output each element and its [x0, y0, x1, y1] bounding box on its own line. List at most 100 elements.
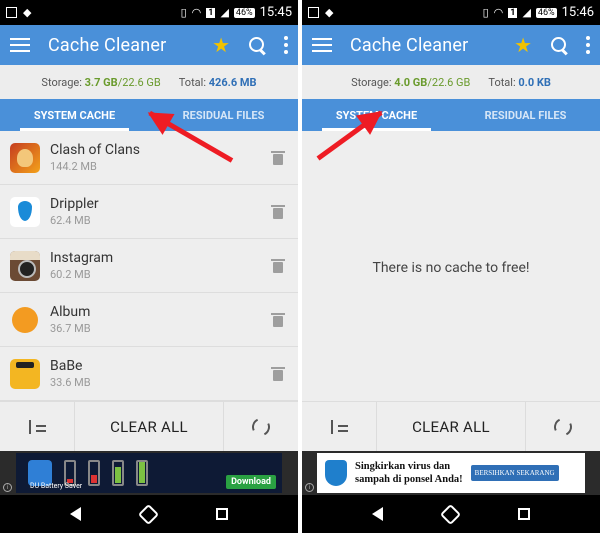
wifi-icon: ◠: [191, 6, 202, 19]
menu-icon[interactable]: [312, 38, 332, 52]
home-icon[interactable]: [137, 503, 160, 525]
cache-size: 60.2 MB: [50, 268, 91, 281]
trash-icon[interactable]: [271, 258, 285, 273]
list-item[interactable]: BaBe 33.6 MB: [0, 347, 298, 401]
cache-list: Clash of Clans 144.2 MB Drippler 62.4 MB…: [0, 131, 298, 401]
babe-icon: [10, 358, 40, 389]
ad-headline-line1: Singkirkan virus dan: [355, 460, 451, 472]
battery-level: 46%: [535, 7, 557, 18]
ad-banner[interactable]: DU Battery Saver Download i: [0, 451, 298, 495]
storage-summary: Storage: 3.7 GB/22.6 GB Total: 426.6 MB: [0, 65, 298, 99]
refresh-icon: [551, 414, 575, 439]
instagram-icon: [10, 250, 40, 281]
sim-indicator: 1: [508, 7, 518, 18]
total-info: Total: 0.0 KB: [488, 76, 551, 89]
list-item[interactable]: Album 36.7 MB: [0, 293, 298, 347]
ad-headline-line2: sampah di ponsel Anda!: [355, 474, 463, 485]
drippler-icon: [10, 196, 40, 227]
clock: 15:46: [561, 5, 594, 20]
search-icon[interactable]: [550, 36, 568, 54]
star-icon[interactable]: ★: [212, 35, 230, 55]
total-label: Total:: [178, 75, 206, 89]
storage-label: Storage:: [351, 75, 392, 89]
status-bar: ◆ ▯ ◠ 1 ◢ 46% 15:45: [0, 0, 298, 25]
signal-icon: ◢: [522, 6, 531, 19]
app-title: Cache Cleaner: [350, 34, 469, 56]
sort-button[interactable]: [302, 402, 377, 451]
cache-size: 36.7 MB: [50, 322, 91, 335]
notification-icon: [6, 7, 17, 18]
app-name: Clash of Clans: [50, 142, 140, 158]
storage-used: 3.7 GB: [84, 75, 118, 89]
trash-icon[interactable]: [271, 366, 285, 381]
total-value: 426.6 MB: [208, 75, 257, 89]
gallery-icon: [308, 7, 319, 18]
clear-all-button[interactable]: CLEAR ALL: [75, 402, 223, 451]
cache-size: 144.2 MB: [50, 160, 97, 173]
vibrate-icon: ▯: [180, 6, 187, 19]
ad-info-icon[interactable]: i: [305, 483, 314, 492]
list-item[interactable]: Drippler 62.4 MB: [0, 185, 298, 239]
refresh-button[interactable]: [525, 402, 600, 451]
total-label: Total:: [488, 75, 516, 89]
battery-low-icon: [88, 460, 100, 486]
more-options-icon[interactable]: [284, 36, 288, 54]
app-bar: Cache Cleaner ★: [0, 25, 298, 65]
storage-info: Storage: 3.7 GB/22.6 GB: [41, 76, 160, 89]
ad-download-button[interactable]: Download: [226, 475, 276, 489]
phone-screen-before: ◆ ▯ ◠ 1 ◢ 46% 15:45 Cache Cleaner ★ Stor…: [0, 0, 298, 533]
list-item[interactable]: Clash of Clans 144.2 MB: [0, 131, 298, 185]
search-icon[interactable]: [248, 36, 266, 54]
ad-info-icon[interactable]: i: [3, 483, 12, 492]
refresh-button[interactable]: [223, 402, 298, 451]
app-name: BaBe: [50, 358, 83, 374]
phone-screen-after: ◆ ▯ ◠ 1 ◢ 46% 15:46 Cache Cleaner ★ Stor…: [302, 0, 600, 533]
cache-size: 62.4 MB: [50, 214, 91, 227]
storage-used: 4.0 GB: [394, 75, 428, 89]
navigation-bar: [302, 495, 600, 533]
storage-capacity: /22.6 GB: [117, 75, 161, 89]
back-icon[interactable]: [70, 507, 81, 521]
more-options-icon[interactable]: [586, 36, 590, 54]
trash-icon[interactable]: [271, 150, 285, 165]
sort-icon: [28, 419, 46, 434]
ad-brand: DU Battery Saver: [30, 482, 83, 490]
status-bar: ◆ ▯ ◠ 1 ◢ 46% 15:46: [302, 0, 600, 25]
ad-cta-button[interactable]: BERSIHKAN SEKARANG: [470, 465, 559, 481]
app-title: Cache Cleaner: [48, 34, 167, 56]
clear-all-button[interactable]: CLEAR ALL: [377, 402, 525, 451]
back-icon[interactable]: [372, 507, 383, 521]
ad-banner[interactable]: Singkirkan virus dan sampah di ponsel An…: [302, 451, 600, 495]
storage-capacity: /22.6 GB: [427, 75, 471, 89]
total-info: Total: 426.6 MB: [179, 76, 257, 89]
menu-icon[interactable]: [10, 38, 30, 52]
trash-icon[interactable]: [271, 312, 285, 327]
signal-icon: ◢: [220, 6, 229, 19]
sort-button[interactable]: [0, 402, 75, 451]
action-bar: CLEAR ALL: [302, 401, 600, 451]
cache-size: 33.6 MB: [50, 376, 91, 389]
action-bar: CLEAR ALL: [0, 401, 298, 451]
wifi-icon: ◠: [493, 6, 504, 19]
app-name: Drippler: [50, 196, 99, 212]
clash-of-clans-icon: [10, 142, 40, 173]
storage-summary: Storage: 4.0 GB/22.6 GB Total: 0.0 KB: [302, 65, 600, 99]
tab-system-cache[interactable]: SYSTEM CACHE: [0, 99, 149, 131]
recent-apps-icon[interactable]: [518, 508, 530, 520]
list-item[interactable]: Instagram 60.2 MB: [0, 239, 298, 293]
app-bar: Cache Cleaner ★: [302, 25, 600, 65]
refresh-icon: [249, 414, 273, 439]
storage-info: Storage: 4.0 GB/22.6 GB: [351, 76, 470, 89]
battery-charging-icon: [112, 460, 124, 486]
star-icon[interactable]: ★: [514, 35, 532, 55]
home-icon[interactable]: [439, 503, 462, 525]
app-name: Album: [50, 304, 91, 320]
recent-apps-icon[interactable]: [216, 508, 228, 520]
battery-full-icon: [136, 460, 148, 486]
app-name: Instagram: [50, 250, 114, 266]
trash-icon[interactable]: [271, 204, 285, 219]
tab-residual-files[interactable]: RESIDUAL FILES: [451, 99, 600, 131]
album-icon: [10, 305, 40, 335]
battery-level: 46%: [233, 7, 255, 18]
storage-label: Storage:: [41, 75, 82, 89]
